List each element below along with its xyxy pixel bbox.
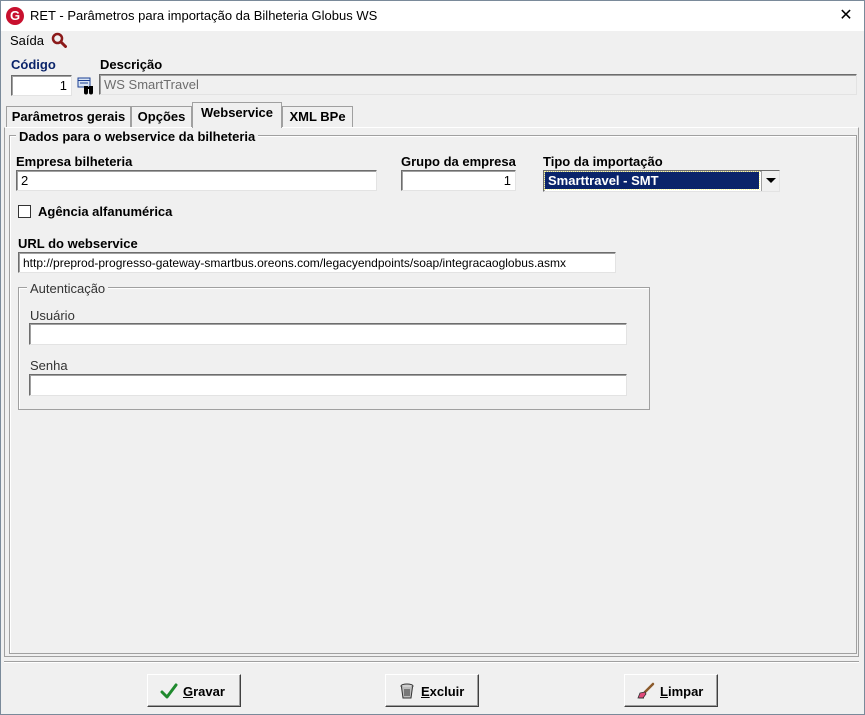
- search-icon[interactable]: [51, 32, 67, 48]
- usuario-input[interactable]: [29, 323, 627, 345]
- empresa-input[interactable]: 2: [16, 170, 377, 191]
- excluir-button[interactable]: Excluir: [385, 674, 479, 707]
- menu-bar: Saída: [1, 31, 864, 51]
- senha-input[interactable]: [29, 374, 627, 396]
- empresa-label: Empresa bilheteria: [16, 154, 133, 169]
- eraser-brush-icon: [637, 682, 655, 699]
- grupo-label: Grupo da empresa: [401, 154, 516, 169]
- url-input[interactable]: http://preprod-progresso-gateway-smartbu…: [18, 252, 616, 273]
- tipo-selected-value: Smarttravel - SMT: [544, 171, 760, 190]
- senha-label: Senha: [30, 358, 68, 373]
- grupo-input[interactable]: 1: [401, 170, 516, 191]
- url-label: URL do webservice: [18, 236, 138, 251]
- tab-opcoes[interactable]: Opções: [131, 106, 192, 127]
- tipo-select[interactable]: Smarttravel - SMT: [543, 170, 780, 192]
- webservice-group-title: Dados para o webservice da bilheteria: [16, 129, 259, 144]
- main-window: G RET - Parâmetros para importação da Bi…: [0, 0, 865, 715]
- codigo-label: Código: [11, 57, 56, 72]
- tipo-dropdown-button[interactable]: [761, 171, 779, 191]
- descricao-label: Descrição: [100, 57, 163, 72]
- menu-item-saida[interactable]: Saída: [10, 33, 44, 48]
- limpar-label: Limpar: [660, 684, 704, 699]
- codigo-input[interactable]: 1: [11, 75, 72, 96]
- checkmark-icon: [160, 683, 178, 699]
- bottom-separator: [4, 661, 859, 663]
- gravar-label: Gravar: [183, 684, 225, 699]
- gravar-button[interactable]: Gravar: [147, 674, 241, 707]
- excluir-label: Excluir: [421, 684, 465, 699]
- title-bar: G RET - Parâmetros para importação da Bi…: [1, 1, 864, 31]
- trash-icon: [400, 683, 414, 699]
- tab-xml-bpe[interactable]: XML BPe: [282, 106, 353, 127]
- agencia-label[interactable]: Agência alfanumérica: [38, 204, 172, 219]
- tipo-label: Tipo da importação: [543, 154, 663, 169]
- limpar-button[interactable]: Limpar: [624, 674, 718, 707]
- window-title: RET - Parâmetros para importação da Bilh…: [30, 8, 378, 23]
- descricao-input[interactable]: WS SmartTravel: [99, 74, 857, 95]
- tab-parametros-gerais[interactable]: Parâmetros gerais: [6, 106, 131, 127]
- lookup-binoculars-icon[interactable]: [77, 77, 95, 95]
- usuario-label: Usuário: [30, 308, 75, 323]
- autenticacao-group-title: Autenticação: [27, 281, 109, 296]
- close-button[interactable]: ✕: [831, 3, 861, 29]
- chevron-down-icon: [766, 178, 776, 183]
- tab-webservice[interactable]: Webservice: [192, 102, 282, 128]
- agencia-checkbox[interactable]: [18, 205, 31, 218]
- app-logo-icon: G: [6, 7, 24, 25]
